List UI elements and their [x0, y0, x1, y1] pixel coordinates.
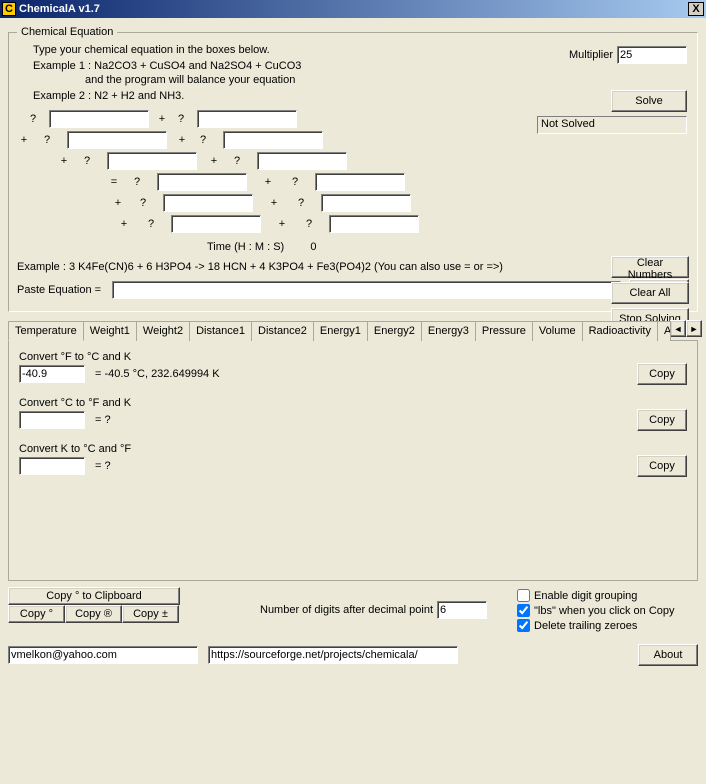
product-input-3[interactable]: [163, 194, 253, 212]
about-button[interactable]: About: [638, 644, 698, 666]
close-button[interactable]: X: [688, 2, 704, 16]
lbs-on-copy-label: "lbs" when you click on Copy: [534, 605, 675, 617]
title-bar: C ChemicalA v1.7 X: [0, 0, 706, 18]
tab-distance1[interactable]: Distance1: [189, 321, 252, 341]
product-input-5[interactable]: [171, 215, 261, 233]
convert-k-input[interactable]: [19, 457, 85, 475]
reagent-input-1[interactable]: [49, 110, 149, 128]
plus-10: +: [275, 218, 289, 230]
tab-energy2[interactable]: Energy2: [367, 321, 422, 341]
plus-4: +: [57, 155, 71, 167]
reagent-input-6[interactable]: [257, 152, 347, 170]
copy-plusminus-button[interactable]: Copy ±: [122, 605, 179, 623]
product-input-1[interactable]: [157, 173, 247, 191]
digits-label: Number of digits after decimal point: [260, 604, 433, 616]
email-input[interactable]: [8, 646, 198, 664]
status-box: Not Solved: [537, 116, 687, 134]
reagent-input-3[interactable]: [67, 131, 167, 149]
chemical-equation-group: Chemical Equation Multiplier Type your c…: [8, 26, 698, 312]
coeff-2: ?: [175, 113, 187, 125]
plus-1: +: [155, 113, 169, 125]
convert-f-result: = -40.5 °C, 232.649994 K: [95, 368, 220, 380]
url-input[interactable]: [208, 646, 458, 664]
multiplier-input[interactable]: [617, 46, 687, 64]
time-label: Time (H : M : S): [207, 241, 284, 253]
tab-pressure[interactable]: Pressure: [475, 321, 533, 341]
coeff-5: ?: [81, 155, 93, 167]
copy-c-button[interactable]: Copy: [637, 409, 687, 431]
lbs-on-copy-checkbox[interactable]: [517, 604, 530, 617]
tab-volume[interactable]: Volume: [532, 321, 583, 341]
plus-8: +: [267, 197, 281, 209]
multiplier-label: Multiplier: [569, 49, 613, 61]
coeff-8: ?: [289, 176, 301, 188]
plus-5: +: [207, 155, 221, 167]
tab-energy1[interactable]: Energy1: [313, 321, 368, 341]
app-icon: C: [2, 2, 16, 16]
reagent-input-2[interactable]: [197, 110, 297, 128]
product-input-6[interactable]: [329, 215, 419, 233]
plus-9: +: [117, 218, 131, 230]
plus-6: +: [261, 176, 275, 188]
instruction-3: and the program will balance your equati…: [17, 74, 689, 86]
tab-weight2[interactable]: Weight2: [136, 321, 190, 341]
clear-numbers-button[interactable]: Clear Numbers: [611, 256, 689, 278]
tab-panel-temperature: Convert °F to °C and K = -40.5 °C, 232.6…: [8, 341, 698, 581]
copy-f-button[interactable]: Copy: [637, 363, 687, 385]
tab-energy3[interactable]: Energy3: [421, 321, 476, 341]
product-input-4[interactable]: [321, 194, 411, 212]
time-value: 0: [310, 241, 316, 253]
digits-input[interactable]: [437, 601, 487, 619]
copy-k-button[interactable]: Copy: [637, 455, 687, 477]
tab-bar: Temperature Weight1 Weight2 Distance1 Di…: [8, 320, 698, 341]
coeff-9: ?: [137, 197, 149, 209]
convert-c-label: Convert °C to °F and K: [19, 397, 687, 409]
clear-all-button[interactable]: Clear All: [611, 282, 689, 304]
delete-trailing-zeroes-label: Delete trailing zeroes: [534, 620, 637, 632]
tab-scroll-right-button[interactable]: ►: [686, 320, 702, 337]
solve-button[interactable]: Solve: [611, 90, 687, 112]
tab-distance2[interactable]: Distance2: [251, 321, 314, 341]
coeff-12: ?: [303, 218, 315, 230]
coeff-11: ?: [145, 218, 157, 230]
convert-c-input[interactable]: [19, 411, 85, 429]
coeff-3: ?: [41, 134, 53, 146]
plus-2: +: [17, 134, 31, 146]
coeff-1: ?: [27, 113, 39, 125]
tab-area[interactable]: Area: [657, 321, 671, 341]
example-3: Example : 3 K4Fe(CN)6 + 6 H3PO4 -> 18 HC…: [17, 261, 689, 273]
tab-radioactivity[interactable]: Radioactivity: [582, 321, 658, 341]
convert-f-input[interactable]: [19, 365, 85, 383]
enable-digit-grouping-checkbox[interactable]: [517, 589, 530, 602]
tab-temperature[interactable]: Temperature: [8, 321, 84, 341]
enable-digit-grouping-label: Enable digit grouping: [534, 590, 637, 602]
group-legend: Chemical Equation: [17, 26, 117, 38]
convert-f-label: Convert °F to °C and K: [19, 351, 687, 363]
copy-symbol-cluster: Copy ° to Clipboard Copy ° Copy ® Copy ±: [8, 587, 180, 623]
convert-k-result: = ?: [95, 460, 111, 472]
convert-c-result: = ?: [95, 414, 111, 426]
product-input-2[interactable]: [315, 173, 405, 191]
reagent-input-5[interactable]: [107, 152, 197, 170]
paste-equation-input[interactable]: [112, 281, 621, 299]
copy-degree-button[interactable]: Copy °: [8, 605, 65, 623]
coeff-7: ?: [131, 176, 143, 188]
window-title: ChemicalA v1.7: [19, 3, 100, 15]
tab-weight1[interactable]: Weight1: [83, 321, 137, 341]
coeff-10: ?: [295, 197, 307, 209]
tab-scroll-left-button[interactable]: ◄: [670, 320, 686, 337]
delete-trailing-zeroes-checkbox[interactable]: [517, 619, 530, 632]
copy-registered-button[interactable]: Copy ®: [65, 605, 122, 623]
plus-3: +: [175, 134, 189, 146]
equals-sign: =: [107, 176, 121, 188]
reagent-input-4[interactable]: [223, 131, 323, 149]
convert-k-label: Convert K to °C and °F: [19, 443, 687, 455]
copy-degree-clipboard-button[interactable]: Copy ° to Clipboard: [8, 587, 180, 605]
coeff-6: ?: [231, 155, 243, 167]
paste-equation-label: Paste Equation =: [17, 284, 112, 296]
plus-7: +: [111, 197, 125, 209]
coeff-4: ?: [197, 134, 209, 146]
